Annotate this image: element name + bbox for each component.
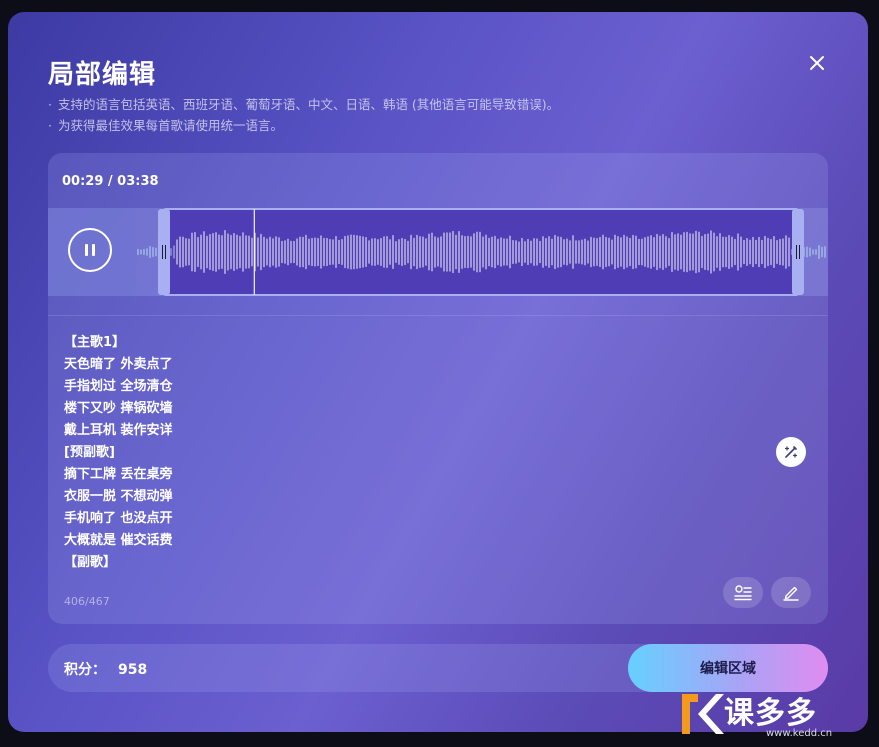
lyric-line: 手机响了 也没点开 bbox=[64, 511, 173, 526]
lyric-line: 【副歌】 bbox=[64, 555, 117, 570]
playback-time: 00:29 / 03:38 bbox=[62, 174, 159, 189]
lyric-line: 戴上耳机 装作安详 bbox=[64, 423, 173, 438]
points-value: 958 bbox=[118, 662, 148, 678]
waveform-strip bbox=[48, 208, 828, 296]
format-list-icon bbox=[734, 585, 752, 601]
watermark: 课多多 www.kedd.cn bbox=[676, 684, 876, 744]
waveform[interactable] bbox=[136, 208, 828, 296]
note-line: 支持的语言包括英语、西班牙语、葡萄牙语、中文、日语、韩语 (其他语言可能导致错误… bbox=[48, 94, 559, 115]
pause-button[interactable] bbox=[68, 228, 112, 272]
points-display: 积分： 958 bbox=[64, 659, 147, 679]
partial-edit-dialog: 局部编辑 支持的语言包括英语、西班牙语、葡萄牙语、中文、日语、韩语 (其他语言可… bbox=[8, 12, 868, 732]
note-line: 为获得最佳效果每首歌请使用统一语言。 bbox=[48, 115, 559, 136]
editor-panel: 00:29 / 03:38 【主歌1】天色暗了 外卖点了 手指划过 全场清仓 楼下又… bbox=[48, 153, 828, 624]
lyric-line: [预副歌] bbox=[64, 445, 115, 460]
close-button[interactable] bbox=[806, 52, 828, 74]
selection-end-handle bbox=[792, 209, 804, 295]
lyric-line: 衣服一脱 不想动弹 bbox=[64, 489, 173, 504]
magic-wand-icon bbox=[784, 446, 798, 458]
pencil-icon bbox=[783, 586, 799, 601]
lyric-line: 大概就是 催交话费 bbox=[64, 533, 173, 548]
watermark-url: www.kedd.cn bbox=[766, 728, 833, 739]
format-lyrics-button[interactable] bbox=[723, 577, 763, 608]
language-notes: 支持的语言包括英语、西班牙语、葡萄牙语、中文、日语、韩语 (其他语言可能导致错误… bbox=[48, 94, 559, 136]
lyrics-editor[interactable]: 【主歌1】天色暗了 外卖点了 手指划过 全场清仓 楼下又吵 摔锅砍墙 戴上耳机 装作安… bbox=[64, 332, 764, 574]
divider bbox=[48, 315, 828, 316]
lyric-line: 摘下工牌 丢在桌旁 bbox=[64, 467, 173, 482]
lyric-line: 手指划过 全场清仓 bbox=[64, 379, 173, 394]
selection-region bbox=[164, 209, 798, 295]
selection-start-handle bbox=[158, 209, 170, 295]
dialog-title: 局部编辑 bbox=[48, 60, 157, 90]
edit-lyrics-button[interactable] bbox=[771, 577, 811, 608]
points-label: 积分： bbox=[64, 662, 106, 678]
lyric-line: 天色暗了 外卖点了 bbox=[64, 357, 173, 372]
play-control-area bbox=[48, 208, 136, 296]
watermark-brand: 课多多 bbox=[724, 696, 817, 731]
pause-icon bbox=[85, 244, 95, 256]
lyric-line: 楼下又吵 摔锅砍墙 bbox=[64, 401, 173, 416]
close-icon bbox=[810, 56, 824, 70]
lyric-line: 【主歌1】 bbox=[64, 335, 126, 350]
ai-rewrite-button[interactable] bbox=[776, 437, 806, 467]
char-count: 406/467 bbox=[64, 595, 110, 608]
